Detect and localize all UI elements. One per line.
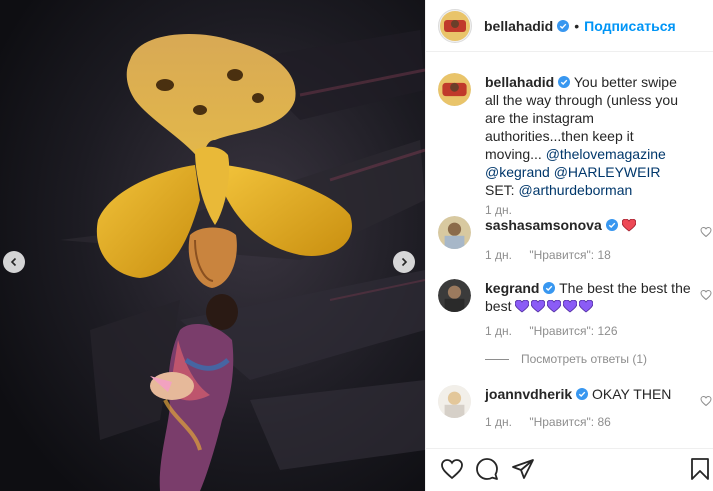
caption-text-set: SET: [485,182,515,198]
post-sidebar: bellahadid • Подписаться bellahadid You … [425,0,713,491]
mention-link[interactable]: @HARLEYWEIR [554,164,661,180]
mention-link[interactable]: @arthurdeborman [518,182,632,198]
caption-time[interactable]: 1 дн. [485,203,512,217]
separator-dot: • [574,17,580,34]
comment-avatar[interactable] [438,385,471,418]
verified-badge-icon [543,282,556,294]
caption-meta: 1 дн. [485,203,526,217]
comment-meta: 1 дн. "Нравится": 126 [485,324,632,338]
comment-avatar[interactable] [438,216,471,249]
like-comment-heart-icon[interactable] [700,226,712,238]
comment-body: kegrand The best the best the best [485,279,693,315]
comment-likes[interactable]: "Нравится": 126 [529,324,617,338]
follow-button[interactable]: Подписаться [584,18,676,34]
author-username[interactable]: bellahadid [484,18,570,34]
mention-link[interactable]: @thelovemagazine [546,146,666,162]
purple-heart-icon [531,300,546,313]
comment-avatar[interactable] [438,279,471,312]
avatar-image [440,10,470,41]
comment-time[interactable]: 1 дн. [485,415,512,429]
purple-heart-icon [563,300,578,313]
comment-meta: 1 дн. "Нравится": 86 [485,415,625,429]
caption-body: bellahadid You better swipe all the way … [485,73,693,199]
purple-heart-icon [515,300,530,313]
comment-username[interactable]: joannvdherik [485,386,572,402]
previous-image-button[interactable] [3,251,25,273]
chevron-right-icon [401,257,408,267]
comments-list[interactable]: bellahadid You better swipe all the way … [426,53,713,448]
comment-time[interactable]: 1 дн. [485,324,512,338]
verified-badge-icon [558,76,571,88]
purple-hearts [515,298,595,314]
comment-body: joannvdherik OKAY THEN [485,385,693,403]
comment-body: sashasamsonova [485,216,693,234]
bookmark-icon[interactable] [688,457,712,481]
chevron-left-icon [10,257,17,267]
comment-username[interactable]: sashasamsonova [485,217,602,233]
caption-avatar[interactable] [438,73,471,106]
comment-meta: 1 дн. "Нравится": 18 [485,248,625,262]
caption-username[interactable]: bellahadid [485,74,554,90]
paper-plane-icon[interactable] [511,457,535,481]
mention-link[interactable]: @kegrand [485,164,550,180]
verified-badge-icon [576,388,589,400]
red-heart-icon [621,219,636,232]
purple-heart-icon [579,300,594,313]
like-comment-heart-icon[interactable] [700,289,712,301]
author-avatar[interactable] [438,8,472,43]
next-image-button[interactable] [393,251,415,273]
comment-likes[interactable]: "Нравится": 86 [529,415,611,429]
verified-badge-icon [557,19,570,32]
comment-bubble-icon[interactable] [475,457,499,481]
author-username-text[interactable]: bellahadid [484,18,553,34]
comment-time[interactable]: 1 дн. [485,248,512,262]
replies-divider-line [485,358,509,360]
like-comment-heart-icon[interactable] [700,395,712,407]
verified-badge-icon [605,219,618,231]
post-actions-bar [426,448,713,491]
purple-heart-icon [547,300,562,313]
post-header: bellahadid • Подписаться [426,0,713,52]
view-replies-label[interactable]: Посмотреть ответы (1) [521,352,647,366]
comment-likes[interactable]: "Нравится": 18 [529,248,611,262]
post-media[interactable] [0,0,425,491]
view-replies-button[interactable]: Посмотреть ответы (1) [485,352,647,366]
post-photo [0,0,425,491]
comment-text: OKAY THEN [592,386,672,402]
comment-username[interactable]: kegrand [485,280,539,296]
heart-outline-icon[interactable] [440,457,464,481]
